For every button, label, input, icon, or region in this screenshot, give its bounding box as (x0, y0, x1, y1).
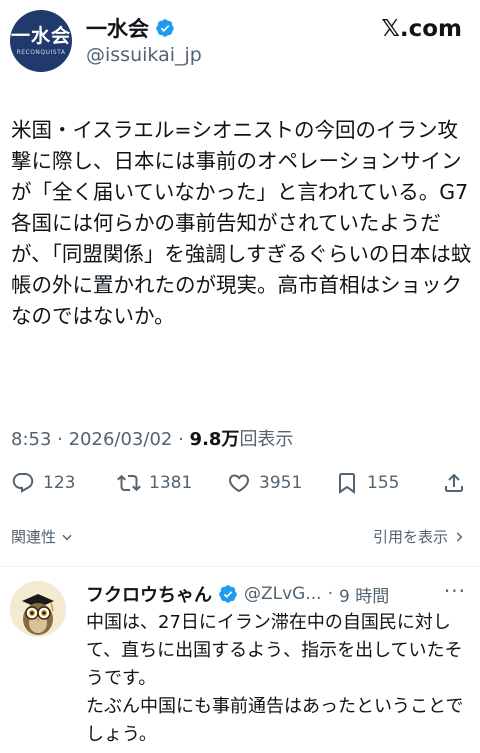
post-meta: 8:53 · 2026/03/02 · 9.8万回表示 (11, 425, 293, 451)
post-header: 一水会 RECONQUISTA 一水会 @issuikai_jp 𝕏.com (0, 0, 480, 80)
repost-count: 1381 (149, 473, 193, 493)
bookmark-count: 155 (367, 473, 400, 493)
sort-label: 関連性 (11, 528, 57, 546)
reply-icon (12, 473, 34, 493)
author-avatar[interactable]: 一水会 RECONQUISTA (10, 10, 72, 72)
author-handle[interactable]: @issuikai_jp (86, 44, 202, 66)
action-bar: 123 1381 3951 155 (0, 465, 480, 501)
share-icon (445, 473, 463, 492)
related-bar: 関連性 引用を表示 (0, 518, 480, 556)
owl-avatar-icon (10, 581, 66, 637)
meta-separator: · (178, 429, 190, 450)
author-name-row[interactable]: 一水会 (86, 13, 175, 43)
reply-text: 中国は、27日にイラン滞在中の自国民に対して、直ちに出国するよう、指示を出してい… (86, 612, 464, 745)
reply-separator: · (327, 584, 333, 604)
post-date[interactable]: 2026/03/02 (69, 429, 173, 450)
repost-button[interactable]: 1381 (117, 465, 192, 501)
avatar-text: 一水会 (10, 25, 71, 47)
repost-icon (117, 474, 141, 492)
post-text: 米国・イスラエル=シオニストの今回のイラン攻撃に際し、日本には事前のオペレーショ… (11, 118, 472, 328)
verified-badge-icon (219, 585, 237, 603)
reply-time[interactable]: 9 時間 (339, 582, 389, 607)
post-time[interactable]: 8:53 (11, 429, 51, 450)
reply-button[interactable]: 123 (11, 465, 75, 501)
share-button[interactable] (442, 465, 466, 501)
like-icon (228, 474, 250, 493)
chevron-right-icon (456, 531, 463, 542)
like-button[interactable]: 3951 (227, 465, 302, 501)
view-quotes-link[interactable]: 引用を表示 (373, 526, 466, 547)
avatar-subtext: RECONQUISTA (16, 49, 66, 56)
more-icon[interactable]: ··· (444, 579, 466, 603)
views-label: 回表示 (239, 429, 294, 450)
reply-author-name[interactable]: フクロウちゃん (86, 581, 212, 607)
reply-header: フクロウちゃん @ZLvG... · 9 時間 (86, 581, 389, 607)
bookmark-icon (339, 473, 355, 494)
view-quotes-label: 引用を表示 (372, 528, 448, 546)
reply-item[interactable]: フクロウちゃん @ZLvG... · 9 時間 ··· 中国は、27日にイラン滞… (0, 567, 480, 753)
meta-separator: · (57, 429, 69, 450)
chevron-down-icon (62, 534, 72, 540)
x-logo[interactable]: 𝕏.com (381, 16, 462, 42)
bookmark-button[interactable]: 155 (335, 465, 399, 501)
reply-avatar[interactable] (10, 581, 66, 637)
views-count[interactable]: 9.8万 (190, 429, 240, 450)
verified-badge-icon (156, 19, 174, 37)
like-count: 3951 (259, 473, 303, 493)
author-name[interactable]: 一水会 (86, 13, 149, 43)
sort-dropdown[interactable]: 関連性 (11, 526, 74, 547)
reply-count: 123 (43, 473, 76, 493)
reply-author-handle[interactable]: @ZLvG... (244, 584, 322, 604)
